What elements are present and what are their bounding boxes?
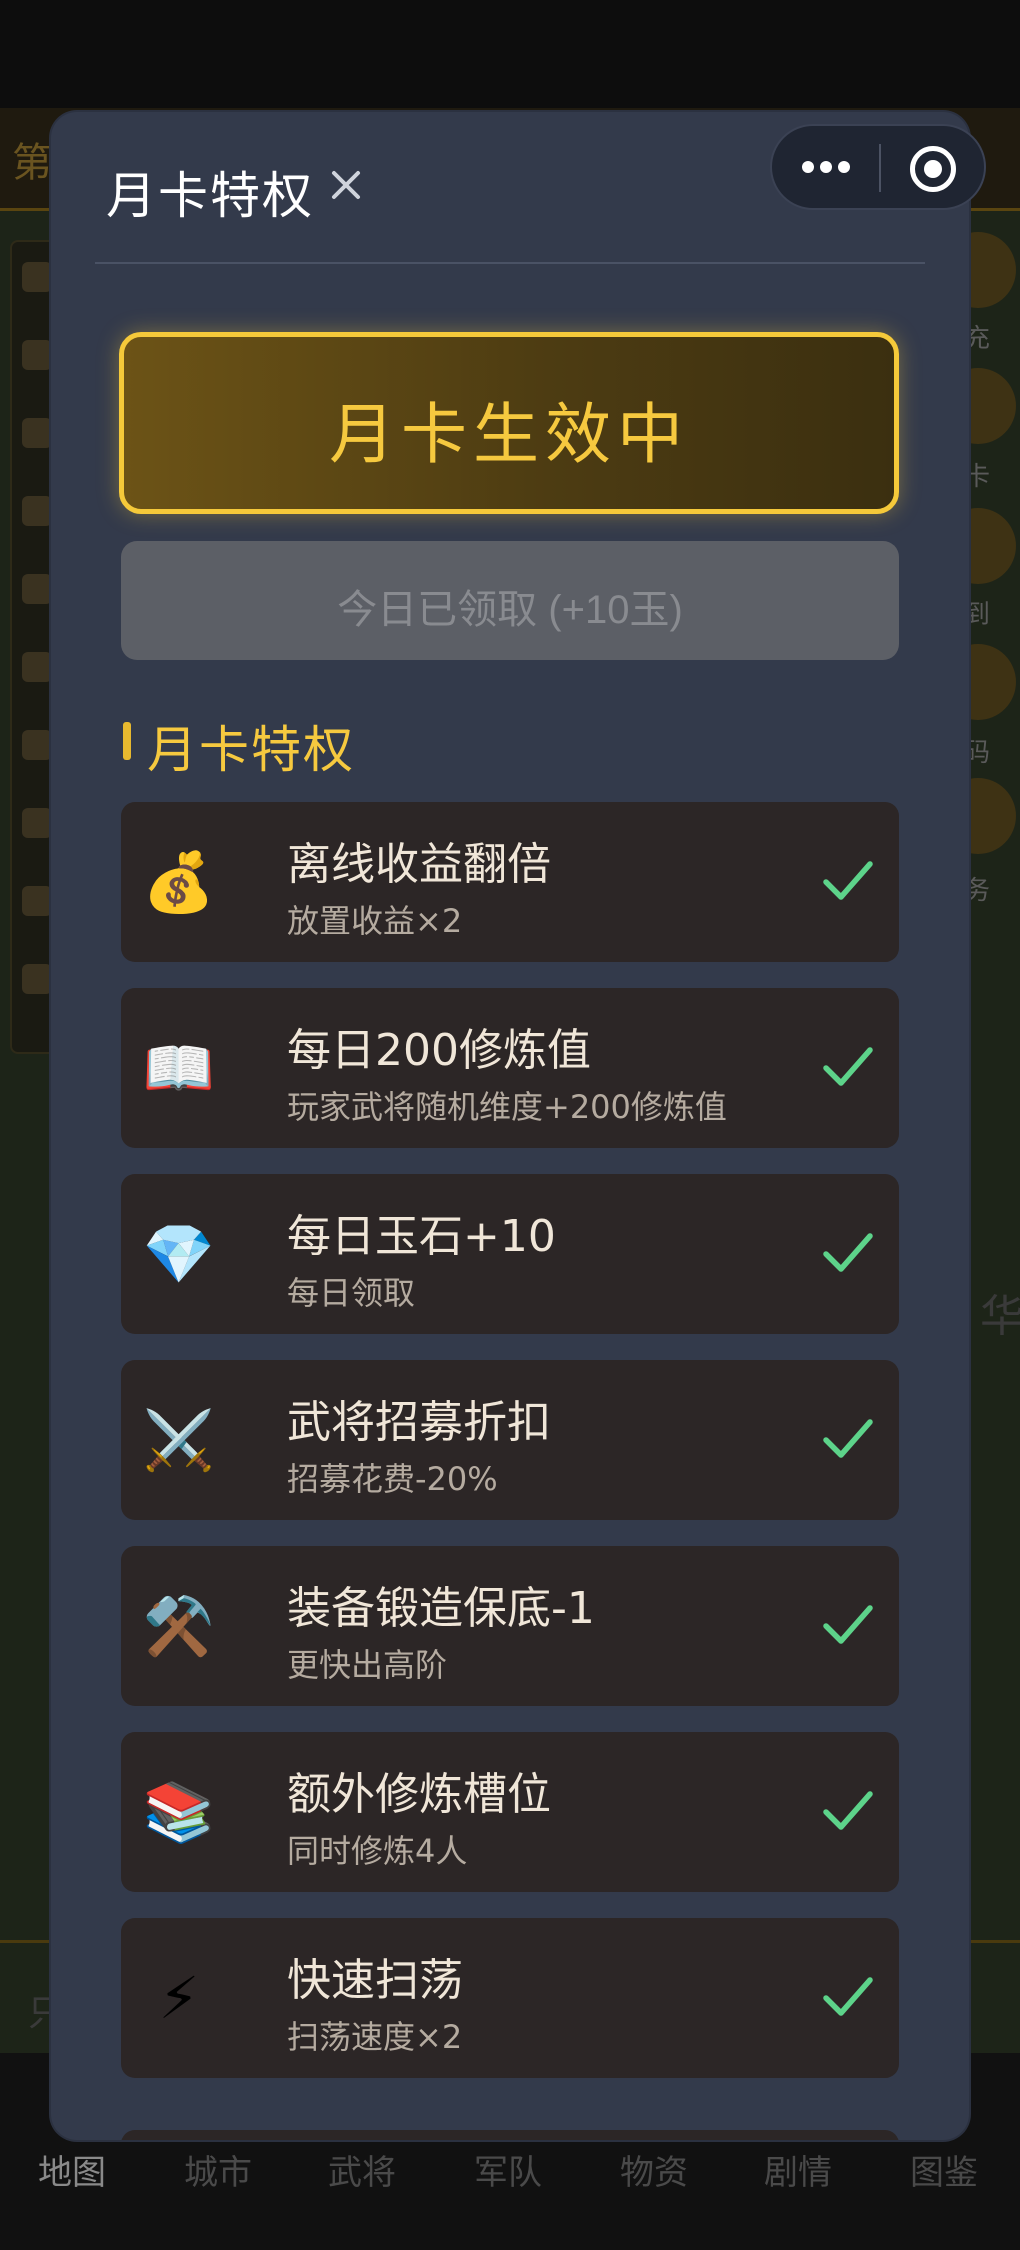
capsule-divider xyxy=(879,144,881,192)
perk-item: 💰 离线收益翻倍放置收益×2 xyxy=(121,802,899,962)
perk-item: ⚒️ 装备锻造保底-1 更快出高阶 xyxy=(121,1546,899,1706)
section-title: 月卡特权 xyxy=(147,721,355,779)
background-left-item xyxy=(22,730,52,760)
close-icon[interactable] xyxy=(323,160,373,210)
crossed-swords-icon: ⚔️ xyxy=(141,1400,217,1476)
tab-codex[interactable]: 图鉴 xyxy=(910,2145,978,2194)
hammer-pick-icon: ⚒️ xyxy=(141,1586,217,1662)
checkmark-icon xyxy=(821,1784,875,1838)
checkmark-icon xyxy=(821,1226,875,1280)
gem-icon: 💎 xyxy=(141,1214,217,1290)
status-banner: 月卡生效中 xyxy=(119,332,899,514)
svg-text:⚡: ⚡ xyxy=(159,1964,200,2032)
svg-text:💰: 💰 xyxy=(143,848,215,917)
tab-supplies[interactable]: 物资 xyxy=(620,2145,688,2194)
monthly-card-modal: 月卡特权 月卡生效中 今日已领取 (+10玉) 月卡特权 💰 离线收益翻倍放置收益… xyxy=(51,112,969,2140)
background-left-item xyxy=(22,340,52,370)
tab-map[interactable]: 地图 xyxy=(38,2145,106,2194)
perk-description: 放置收益×2 xyxy=(287,902,463,940)
lightning-icon: ⚡ xyxy=(141,1958,217,2034)
perk-item: 📚 额外修炼槽位同时修炼4人 xyxy=(121,1732,899,1892)
perk-description: 每日领取 xyxy=(287,1274,416,1312)
perk-item: 📖 每日200修炼值玩家武将随机维度+200修炼值 xyxy=(121,988,899,1148)
background-left-item xyxy=(22,652,52,682)
svg-text:⚒️: ⚒️ xyxy=(143,1592,215,1660)
open-book-icon: 📖 xyxy=(141,1028,217,1104)
background-left-item xyxy=(22,886,52,916)
svg-text:💎: 💎 xyxy=(143,1220,215,1288)
background-left-item xyxy=(22,418,52,448)
background-left-item xyxy=(22,808,52,838)
checkmark-icon xyxy=(821,1040,875,1094)
perk-title: 离线收益翻倍 xyxy=(287,839,551,890)
status-text: 月卡生效中 xyxy=(329,396,689,473)
header-divider xyxy=(95,262,925,264)
background-faint-text: 华 xyxy=(980,1291,1020,1342)
perk-title: 快速扫荡 xyxy=(287,1955,463,2006)
checkmark-icon xyxy=(821,1970,875,2024)
books-icon: 📚 xyxy=(141,1772,217,1848)
background-top-text: 第 xyxy=(12,140,52,186)
svg-text:📖: 📖 xyxy=(143,1034,215,1102)
perk-description: 扫荡速度×2 xyxy=(287,2018,463,2056)
perk-description: 招募花费-20% xyxy=(287,1460,498,1498)
background-left-item xyxy=(22,574,52,604)
perk-title: 武将招募折扣 xyxy=(287,1397,551,1448)
perk-item: ⚔️ 武将招募折扣招募花费-20% xyxy=(121,1360,899,1520)
perk-title: 每日200修炼值 xyxy=(287,1025,591,1076)
perk-description: 同时修炼4人 xyxy=(287,1832,468,1870)
perk-title: 装备锻造保底-1 xyxy=(287,1583,595,1634)
checkmark-icon xyxy=(821,854,875,908)
background-left-item xyxy=(22,262,52,292)
target-close-icon[interactable] xyxy=(910,146,956,192)
checkmark-icon xyxy=(821,1412,875,1466)
claim-button-label: 今日已领取 (+10玉) xyxy=(337,588,683,632)
money-bag-icon: 💰 xyxy=(141,842,217,918)
background-left-item xyxy=(22,496,52,526)
background-left-item xyxy=(22,964,52,994)
tab-city[interactable]: 城市 xyxy=(184,2145,252,2194)
section-accent-bar xyxy=(123,722,131,760)
tab-army[interactable]: 军队 xyxy=(474,2145,542,2194)
svg-text:📚: 📚 xyxy=(143,1778,215,1846)
tab-story[interactable]: 剧情 xyxy=(764,2145,832,2194)
more-dots-icon[interactable] xyxy=(798,148,872,188)
svg-text:⚔️: ⚔️ xyxy=(143,1406,215,1474)
perk-item: ⚡ 快速扫荡扫荡速度×2 xyxy=(121,1918,899,2078)
perk-title: 额外修炼槽位 xyxy=(287,1769,551,1820)
list-item xyxy=(121,2130,899,2140)
perk-title: 每日玉石+10 xyxy=(287,1211,556,1262)
claim-button[interactable]: 今日已领取 (+10玉) xyxy=(121,541,899,660)
tab-generals[interactable]: 武将 xyxy=(328,2145,396,2194)
perk-description: 玩家武将随机维度+200修炼值 xyxy=(287,1088,727,1126)
capsule-menu xyxy=(770,124,986,210)
perk-description: 更快出高阶 xyxy=(287,1646,448,1684)
perk-item: 💎 每日玉石+10 每日领取 xyxy=(121,1174,899,1334)
checkmark-icon xyxy=(821,1598,875,1652)
modal-title: 月卡特权 xyxy=(106,167,314,225)
